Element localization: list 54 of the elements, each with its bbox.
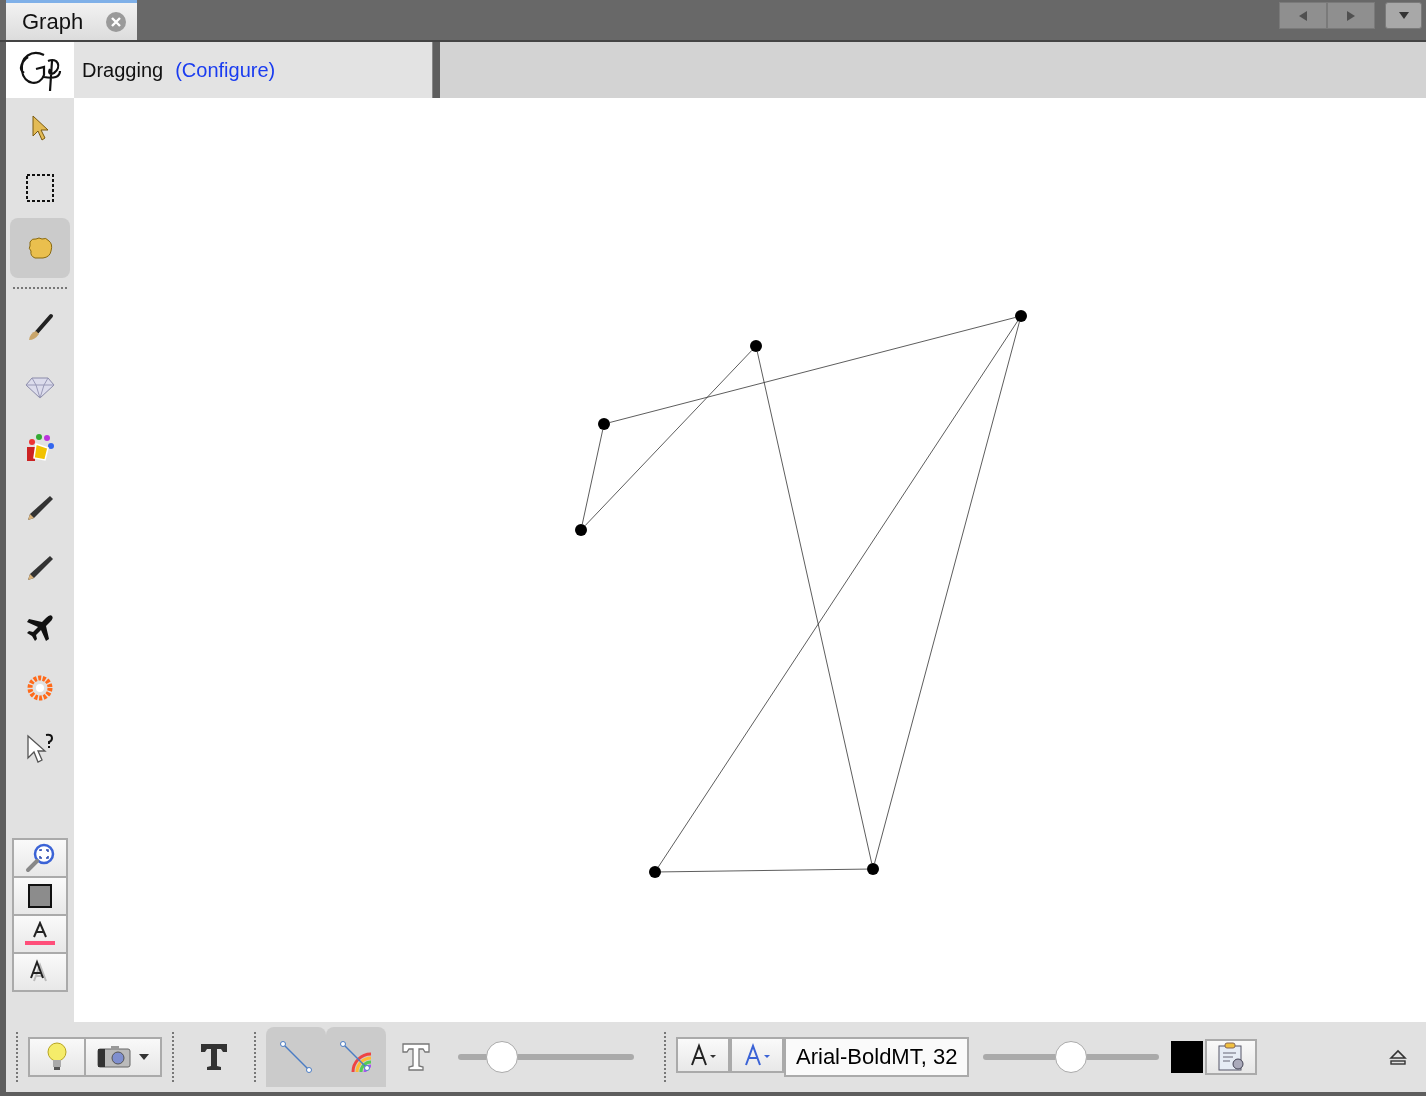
diamond-icon xyxy=(24,376,56,400)
underlined-letter-icon xyxy=(23,921,57,947)
mode-label: Dragging xyxy=(82,58,164,82)
text-color-button[interactable] xyxy=(12,914,68,954)
graph-node xyxy=(598,418,610,430)
bold-letter-icon xyxy=(199,1042,229,1072)
zoom-icon xyxy=(24,842,56,874)
line-segment-icon xyxy=(279,1040,313,1074)
light-bulb-icon xyxy=(46,1042,68,1072)
tab[interactable]: Graph xyxy=(6,0,138,40)
airplane-icon xyxy=(25,613,55,643)
color-palette-icon xyxy=(24,432,56,464)
selection-rectangle-icon xyxy=(25,173,55,203)
graph-node xyxy=(867,863,879,875)
logo-icon xyxy=(6,42,74,98)
camera-icon xyxy=(97,1045,131,1069)
square-icon xyxy=(28,884,52,908)
clipboard-button[interactable] xyxy=(1205,1039,1258,1075)
eject-icon xyxy=(1389,1049,1407,1065)
graph-node xyxy=(1015,310,1027,322)
graph-node xyxy=(649,866,661,878)
font-field[interactable]: Arial-BoldMT, 32 xyxy=(784,1037,970,1077)
caret-icon xyxy=(1398,12,1409,19)
letter-icon xyxy=(689,1043,717,1067)
rainbow-line-icon xyxy=(339,1040,373,1074)
slider-thumb[interactable] xyxy=(486,1041,518,1073)
graph-node xyxy=(575,524,587,536)
arrow-cursor-icon xyxy=(30,114,50,142)
right-arrow-icon xyxy=(1347,10,1355,21)
menu-button[interactable] xyxy=(1385,2,1422,29)
letter-icon xyxy=(743,1043,771,1067)
left-arrow-icon xyxy=(1299,10,1307,21)
flower-icon xyxy=(25,673,55,703)
font-button[interactable] xyxy=(676,1037,730,1073)
camera-button[interactable] xyxy=(84,1039,160,1075)
slider[interactable] xyxy=(458,1041,634,1073)
pencil-icon xyxy=(25,553,55,583)
outline-letter-icon xyxy=(401,1042,431,1072)
slider[interactable] xyxy=(983,1041,1160,1073)
next-button[interactable] xyxy=(1327,2,1375,29)
zoom-button[interactable] xyxy=(12,838,68,878)
color-swatch[interactable] xyxy=(1171,1041,1204,1073)
text-shadow-button[interactable] xyxy=(12,952,68,992)
fill-color-button[interactable] xyxy=(12,876,68,916)
caret-icon xyxy=(139,1054,149,1060)
clipboard-icon xyxy=(1216,1042,1247,1072)
configure-link[interactable]: (Configure) xyxy=(175,58,276,82)
font-color-button[interactable] xyxy=(730,1037,784,1073)
pencil-icon xyxy=(25,493,55,523)
previous-button[interactable] xyxy=(1279,2,1327,29)
graph-node xyxy=(750,340,762,352)
hand-icon xyxy=(26,236,54,260)
slider-thumb[interactable] xyxy=(1055,1041,1088,1073)
help-cursor-icon xyxy=(25,732,55,764)
